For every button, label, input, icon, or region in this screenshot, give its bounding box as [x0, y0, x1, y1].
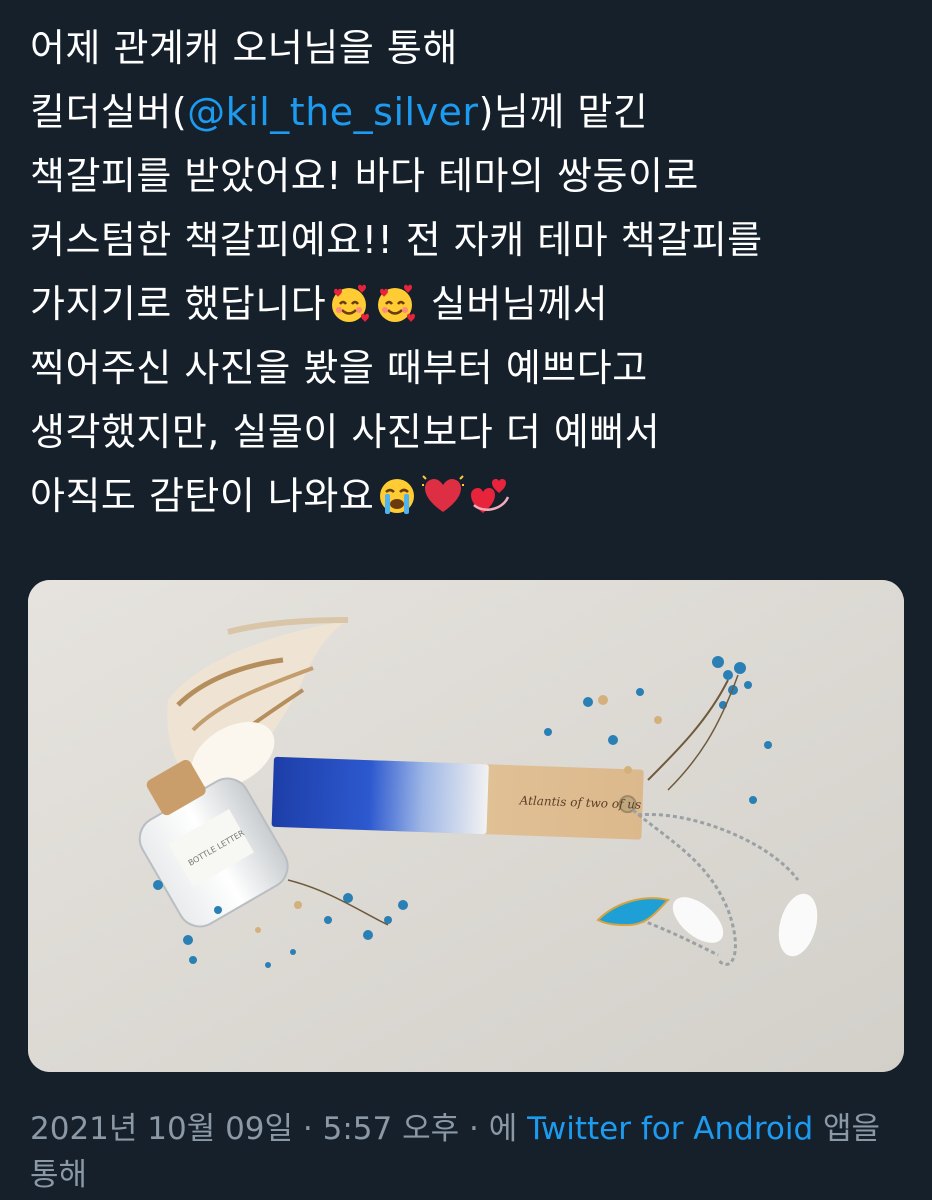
meta-separator-source: · 에 [459, 1111, 528, 1147]
beating-heart-icon [422, 475, 465, 517]
bookmark: Atlantis of two of us [271, 756, 644, 840]
tweet-metadata: 2021년 10월 09일 · 5:57 오후 · 에 Twitter for … [30, 1106, 910, 1198]
tweet-photo[interactable]: BOTTLE LETTER Atlantis of two of us [28, 580, 904, 1072]
tweet-line-8: 아직도 감탄이 나와요 [30, 464, 910, 528]
tweet-line-5-start: 가지기로 했답니다 [30, 282, 327, 326]
tweet-line-8-start: 아직도 감탄이 나와요 [30, 474, 375, 518]
tweet-line-7: 생각했지만, 실물이 사진보다 더 예뻐서 [30, 410, 661, 454]
tweet-line-2-end: )님께 맡긴 [478, 90, 649, 134]
revolving-hearts-icon [468, 475, 510, 517]
tweet-time[interactable]: 5:57 오후 [323, 1111, 460, 1147]
smiling-face-with-hearts-icon [328, 283, 370, 325]
smiling-face-with-hearts-icon [374, 283, 416, 325]
mention-link[interactable]: @kil_the_silver [187, 90, 478, 134]
tweet-line-5: 가지기로 했답니다 실버님께서 [30, 272, 910, 336]
tweet-text: 어제 관계캐 오너님을 통해 킬더실버(@kil_the_silver)님께 맡… [30, 16, 910, 528]
tweet-date[interactable]: 2021년 10월 09일 [30, 1111, 293, 1147]
tweet-line-1: 어제 관계캐 오너님을 통해 [30, 26, 458, 70]
meta-separator: · [293, 1111, 323, 1147]
tweet-detail: 어제 관계캐 오너님을 통해 킬더실버(@kil_the_silver)님께 맡… [0, 0, 932, 1200]
tweet-line-5-end: 실버님께서 [418, 282, 609, 326]
loudly-crying-face-icon [376, 475, 418, 517]
tweet-line-6: 찍어주신 사진을 봤을 때부터 예쁘다고 [30, 346, 648, 390]
tweet-line-4: 커스텀한 책갈피예요!! 전 자캐 테마 책갈피를 [30, 218, 763, 262]
tweet-line-2-start: 킬더실버( [30, 90, 188, 134]
source-app-link[interactable]: Twitter for Android [527, 1111, 813, 1147]
tweet-line-3: 책갈피를 받았어요! 바다 테마의 쌍둥이로 [30, 154, 699, 198]
tweet-line-2: 킬더실버(@kil_the_silver)님께 맡긴 [30, 80, 910, 144]
